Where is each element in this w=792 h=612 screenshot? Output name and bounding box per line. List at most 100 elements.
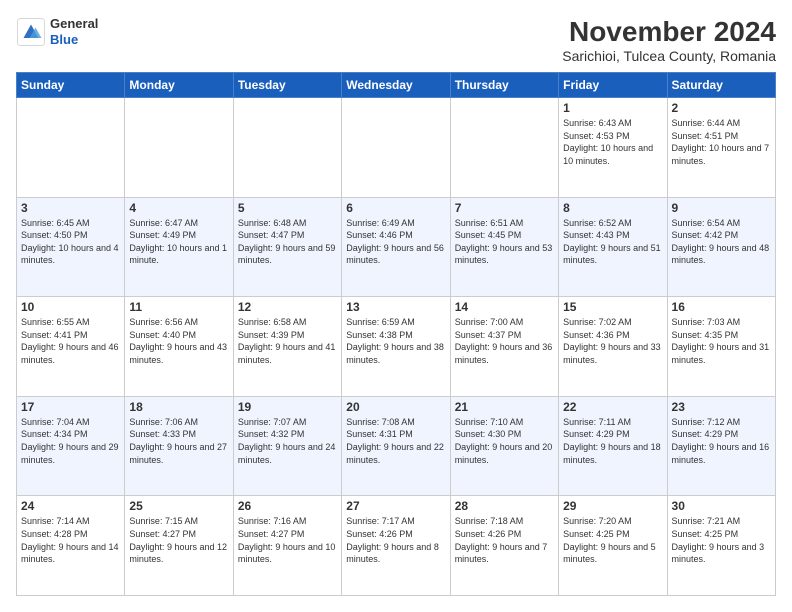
col-wednesday: Wednesday [342, 73, 450, 98]
calendar-cell: 6Sunrise: 6:49 AM Sunset: 4:46 PM Daylig… [342, 197, 450, 297]
calendar-cell: 10 Sunrise: 6:55 AM Sunset: 4:41 PM Dayli… [17, 297, 125, 397]
day-number: 4 [129, 201, 228, 215]
day-number: 20 [346, 400, 445, 414]
calendar-cell: 24Sunrise: 7:14 AM Sunset: 4:28 PM Dayli… [17, 496, 125, 596]
logo-blue: Blue [50, 32, 98, 48]
day-number: 29 [563, 499, 662, 513]
calendar-cell: 19Sunrise: 7:07 AM Sunset: 4:32 PM Dayli… [233, 396, 341, 496]
day-info: Sunrise: 7:10 AM Sunset: 4:30 PM Dayligh… [455, 416, 554, 466]
col-friday: Friday [559, 73, 667, 98]
day-info: Sunrise: 7:16 AM Sunset: 4:27 PM Dayligh… [238, 515, 337, 565]
day-number: 2 [672, 101, 771, 115]
logo-general: General [50, 16, 98, 32]
day-info: Sunrise: 6:45 AM Sunset: 4:50 PM Dayligh… [21, 217, 120, 267]
calendar-row-3: 17 Sunrise: 7:04 AM Sunset: 4:34 PM Dayli… [17, 396, 776, 496]
calendar-cell: 27 Sunrise: 7:17 AM Sunset: 4:26 PM Dayli… [342, 496, 450, 596]
day-number: 1 [563, 101, 662, 115]
header: General Blue November 2024 Sarichioi, Tu… [16, 16, 776, 64]
day-info: Sunrise: 7:11 AM Sunset: 4:29 PM Dayligh… [563, 416, 662, 466]
day-info: Sunrise: 6:47 AM Sunset: 4:49 PM Dayligh… [129, 217, 228, 267]
day-info: Sunrise: 6:58 AM Sunset: 4:39 PM Dayligh… [238, 316, 337, 366]
day-info: Sunrise: 7:15 AM Sunset: 4:27 PM Dayligh… [129, 515, 228, 565]
day-number: 27 [346, 499, 445, 513]
day-info: Sunrise: 7:08 AM Sunset: 4:31 PM Dayligh… [346, 416, 445, 466]
calendar-cell: 12 Sunrise: 6:58 AM Sunset: 4:39 PM Dayli… [233, 297, 341, 397]
calendar-cell: 17 Sunrise: 7:04 AM Sunset: 4:34 PM Dayli… [17, 396, 125, 496]
day-number: 16 [672, 300, 771, 314]
calendar-cell: 1 Sunrise: 6:43 AM Sunset: 4:53 PM Daylig… [559, 98, 667, 198]
day-number: 14 [455, 300, 554, 314]
calendar-row-0: 1 Sunrise: 6:43 AM Sunset: 4:53 PM Daylig… [17, 98, 776, 198]
calendar-cell: 29 Sunrise: 7:20 AM Sunset: 4:25 PM Dayli… [559, 496, 667, 596]
header-row: Sunday Monday Tuesday Wednesday Thursday… [17, 73, 776, 98]
day-info: Sunrise: 6:48 AM Sunset: 4:47 PM Dayligh… [238, 217, 337, 267]
subtitle: Sarichioi, Tulcea County, Romania [562, 48, 776, 64]
logo: General Blue [16, 16, 98, 47]
calendar-cell: 21 Sunrise: 7:10 AM Sunset: 4:30 PM Dayli… [450, 396, 558, 496]
logo-text: General Blue [50, 16, 98, 47]
day-info: Sunrise: 7:14 AM Sunset: 4:28 PM Dayligh… [21, 515, 120, 565]
day-number: 5 [238, 201, 337, 215]
day-info: Sunrise: 7:18 AM Sunset: 4:26 PM Dayligh… [455, 515, 554, 565]
calendar-cell: 16 Sunrise: 7:03 AM Sunset: 4:35 PM Dayli… [667, 297, 775, 397]
day-info: Sunrise: 7:20 AM Sunset: 4:25 PM Dayligh… [563, 515, 662, 565]
day-info: Sunrise: 7:02 AM Sunset: 4:36 PM Dayligh… [563, 316, 662, 366]
calendar-cell: 18 Sunrise: 7:06 AM Sunset: 4:33 PM Dayli… [125, 396, 233, 496]
calendar-cell: 11Sunrise: 6:56 AM Sunset: 4:40 PM Dayli… [125, 297, 233, 397]
calendar-cell: 8 Sunrise: 6:52 AM Sunset: 4:43 PM Daylig… [559, 197, 667, 297]
page: General Blue November 2024 Sarichioi, Tu… [0, 0, 792, 612]
day-info: Sunrise: 7:06 AM Sunset: 4:33 PM Dayligh… [129, 416, 228, 466]
calendar-cell [17, 98, 125, 198]
day-number: 15 [563, 300, 662, 314]
calendar-cell: 3 Sunrise: 6:45 AM Sunset: 4:50 PM Daylig… [17, 197, 125, 297]
calendar-cell: 26Sunrise: 7:16 AM Sunset: 4:27 PM Dayli… [233, 496, 341, 596]
calendar-cell: 28Sunrise: 7:18 AM Sunset: 4:26 PM Dayli… [450, 496, 558, 596]
calendar-cell: 23Sunrise: 7:12 AM Sunset: 4:29 PM Dayli… [667, 396, 775, 496]
day-number: 30 [672, 499, 771, 513]
day-info: Sunrise: 7:03 AM Sunset: 4:35 PM Dayligh… [672, 316, 771, 366]
day-info: Sunrise: 7:07 AM Sunset: 4:32 PM Dayligh… [238, 416, 337, 466]
title-block: November 2024 Sarichioi, Tulcea County, … [562, 16, 776, 64]
day-number: 21 [455, 400, 554, 414]
day-info: Sunrise: 6:52 AM Sunset: 4:43 PM Dayligh… [563, 217, 662, 267]
calendar-cell: 5 Sunrise: 6:48 AM Sunset: 4:47 PM Daylig… [233, 197, 341, 297]
calendar-cell: 14 Sunrise: 7:00 AM Sunset: 4:37 PM Dayli… [450, 297, 558, 397]
day-number: 13 [346, 300, 445, 314]
day-number: 3 [21, 201, 120, 215]
calendar-cell [125, 98, 233, 198]
calendar-cell: 30 Sunrise: 7:21 AM Sunset: 4:25 PM Dayli… [667, 496, 775, 596]
calendar-table: Sunday Monday Tuesday Wednesday Thursday… [16, 72, 776, 596]
day-info: Sunrise: 6:44 AM Sunset: 4:51 PM Dayligh… [672, 117, 771, 167]
day-number: 12 [238, 300, 337, 314]
calendar-row-2: 10 Sunrise: 6:55 AM Sunset: 4:41 PM Dayli… [17, 297, 776, 397]
calendar-cell: 22Sunrise: 7:11 AM Sunset: 4:29 PM Dayli… [559, 396, 667, 496]
col-saturday: Saturday [667, 73, 775, 98]
day-number: 25 [129, 499, 228, 513]
calendar-cell: 2 Sunrise: 6:44 AM Sunset: 4:51 PM Daylig… [667, 98, 775, 198]
day-info: Sunrise: 6:51 AM Sunset: 4:45 PM Dayligh… [455, 217, 554, 267]
col-thursday: Thursday [450, 73, 558, 98]
day-info: Sunrise: 6:55 AM Sunset: 4:41 PM Dayligh… [21, 316, 120, 366]
day-info: Sunrise: 7:04 AM Sunset: 4:34 PM Dayligh… [21, 416, 120, 466]
calendar-cell [233, 98, 341, 198]
day-number: 6 [346, 201, 445, 215]
calendar-row-4: 24Sunrise: 7:14 AM Sunset: 4:28 PM Dayli… [17, 496, 776, 596]
calendar-row-1: 3 Sunrise: 6:45 AM Sunset: 4:50 PM Daylig… [17, 197, 776, 297]
day-info: Sunrise: 7:17 AM Sunset: 4:26 PM Dayligh… [346, 515, 445, 565]
calendar-cell [342, 98, 450, 198]
calendar-cell: 7Sunrise: 6:51 AM Sunset: 4:45 PM Daylig… [450, 197, 558, 297]
main-title: November 2024 [562, 16, 776, 48]
day-number: 17 [21, 400, 120, 414]
day-info: Sunrise: 6:59 AM Sunset: 4:38 PM Dayligh… [346, 316, 445, 366]
day-number: 8 [563, 201, 662, 215]
day-info: Sunrise: 6:54 AM Sunset: 4:42 PM Dayligh… [672, 217, 771, 267]
day-number: 10 [21, 300, 120, 314]
day-info: Sunrise: 6:43 AM Sunset: 4:53 PM Dayligh… [563, 117, 662, 167]
calendar-cell: 25 Sunrise: 7:15 AM Sunset: 4:27 PM Dayli… [125, 496, 233, 596]
day-info: Sunrise: 7:12 AM Sunset: 4:29 PM Dayligh… [672, 416, 771, 466]
day-info: Sunrise: 7:00 AM Sunset: 4:37 PM Dayligh… [455, 316, 554, 366]
day-info: Sunrise: 6:56 AM Sunset: 4:40 PM Dayligh… [129, 316, 228, 366]
logo-icon [16, 17, 46, 47]
day-number: 18 [129, 400, 228, 414]
day-info: Sunrise: 7:21 AM Sunset: 4:25 PM Dayligh… [672, 515, 771, 565]
